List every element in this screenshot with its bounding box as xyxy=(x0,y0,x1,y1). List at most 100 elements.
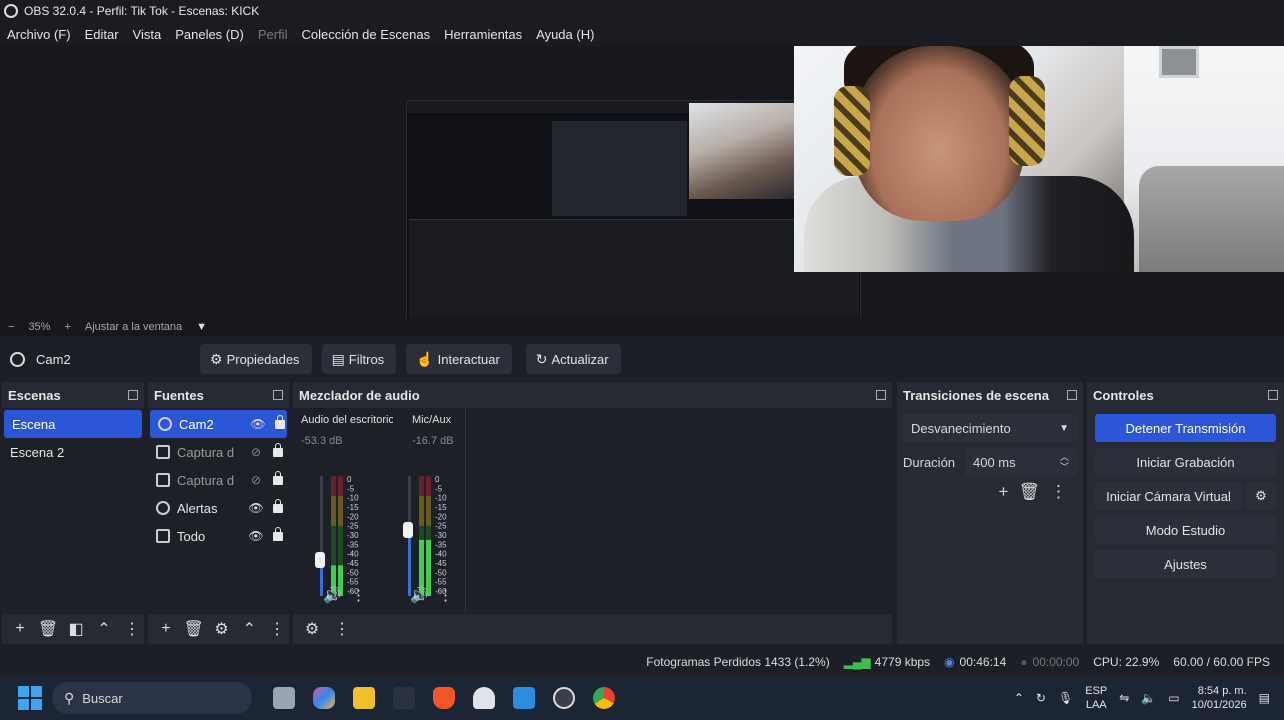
clock[interactable]: 8:54 p. m. 10/01/2026 xyxy=(1192,684,1247,712)
undock-icon[interactable] xyxy=(1268,390,1278,400)
meter-scale-label: 0 xyxy=(347,476,352,484)
speaker-icon[interactable]: 🔊 xyxy=(323,586,342,604)
menu-paneles[interactable]: Paneles (D) xyxy=(168,27,251,42)
spin-arrows-icon[interactable]: ︿ ﹀ xyxy=(1060,452,1069,472)
more-icon[interactable]: ⋮ xyxy=(265,619,289,639)
transition-select[interactable]: Desvanecimiento ▼ xyxy=(903,414,1077,442)
chevron-up-icon[interactable]: ⌃ xyxy=(237,619,261,639)
eye-hidden-icon[interactable]: ⊘ xyxy=(245,445,267,459)
settings-button[interactable]: Ajustes xyxy=(1095,550,1276,578)
source-item[interactable]: Captura d ⊘ xyxy=(148,466,289,494)
lock-icon[interactable] xyxy=(275,414,285,429)
language-indicator[interactable]: ESP LAA xyxy=(1085,684,1107,712)
webcam-icon xyxy=(158,417,172,431)
volume-slider[interactable] xyxy=(315,552,325,568)
sources-title: Fuentes xyxy=(154,387,204,403)
more-icon[interactable]: ⋮ xyxy=(329,619,355,639)
duration-spinbox[interactable]: 400 ms ︿ ﹀ xyxy=(965,448,1077,476)
meter-yellow-zone xyxy=(331,496,336,526)
scene-item[interactable]: Escena 2 xyxy=(2,438,144,466)
zoom-in-button[interactable]: + xyxy=(64,321,70,333)
start-recording-button[interactable]: Iniciar Grabación xyxy=(1095,448,1276,476)
source-item[interactable]: Captura d ⊘ xyxy=(148,438,289,466)
menu-ayuda[interactable]: Ayuda (H) xyxy=(529,27,601,42)
trash-icon[interactable]: 🗑 xyxy=(36,619,60,639)
file-explorer-icon[interactable] xyxy=(353,687,375,709)
studio-mode-button[interactable]: Modo Estudio xyxy=(1095,516,1276,544)
properties-button[interactable]: ⚙ Propiedades xyxy=(200,344,312,374)
menu-vista[interactable]: Vista xyxy=(126,27,169,42)
undock-icon[interactable] xyxy=(876,390,886,400)
start-virtual-cam-button[interactable]: Iniciar Cámara Virtual xyxy=(1095,482,1242,510)
undock-icon[interactable] xyxy=(1067,390,1077,400)
menu-editar[interactable]: Editar xyxy=(78,27,126,42)
menu-herramientas[interactable]: Herramientas xyxy=(437,27,529,42)
eye-icon[interactable]: 👁 xyxy=(245,501,267,515)
app-icon[interactable] xyxy=(393,687,415,709)
scene-item[interactable]: Escena xyxy=(4,410,142,438)
meter-scale-label: -50 xyxy=(435,568,447,577)
trash-icon[interactable]: 🗑 xyxy=(182,619,206,639)
brave-icon[interactable] xyxy=(433,687,455,709)
eye-icon[interactable]: 👁 xyxy=(245,529,267,543)
volume-slider[interactable] xyxy=(403,522,413,538)
battery-icon[interactable]: ▭ xyxy=(1168,691,1179,705)
interact-button[interactable]: ☝ Interactuar xyxy=(406,344,512,374)
meter-scale-label: -25 xyxy=(347,522,359,531)
source-item[interactable]: Cam2 👁 xyxy=(150,410,287,438)
virtual-cam-settings-gear-icon[interactable]: ⚙ xyxy=(1246,482,1276,510)
undock-icon[interactable] xyxy=(273,390,283,400)
more-icon[interactable]: ⋮ xyxy=(351,586,366,604)
copilot-icon[interactable] xyxy=(313,687,335,709)
gear-icon[interactable]: ⚙ xyxy=(210,619,234,639)
more-icon[interactable]: ⋮ xyxy=(438,586,453,604)
vscode-icon[interactable] xyxy=(513,687,535,709)
task-view-icon[interactable] xyxy=(273,687,295,709)
notifications-icon[interactable]: ▤ xyxy=(1259,691,1270,705)
lock-icon[interactable] xyxy=(273,442,283,457)
chevron-up-icon[interactable]: ⌃ xyxy=(1014,691,1024,705)
menu-archivo[interactable]: Archivo (F) xyxy=(0,27,78,42)
speaker-icon[interactable]: 🔊 xyxy=(410,586,429,604)
obs-taskbar-icon[interactable] xyxy=(553,687,575,709)
gear-icon[interactable]: ⚙ xyxy=(299,619,325,639)
app-icon[interactable] xyxy=(473,687,495,709)
menu-coleccion-escenas[interactable]: Colección de Escenas xyxy=(294,27,437,42)
bitrate: ▂▄▆ 4779 kbps xyxy=(844,655,930,669)
network-icon[interactable]: ⇋ xyxy=(1119,691,1129,705)
chrome-icon[interactable] xyxy=(593,687,615,709)
more-icon[interactable]: ⋮ xyxy=(1050,482,1067,502)
meter-scale-label: -15 xyxy=(347,503,359,512)
meter-red-zone xyxy=(338,476,343,496)
chevron-up-icon[interactable]: ⌃ xyxy=(92,619,116,639)
eye-icon[interactable]: 👁 xyxy=(247,417,269,431)
filters-button[interactable]: ▤ Filtros xyxy=(321,344,397,374)
microphone-icon[interactable]: 🎙 xyxy=(1058,691,1073,705)
volume-icon[interactable]: 🔈 xyxy=(1141,691,1156,705)
stop-stream-button[interactable]: Detener Transmisión xyxy=(1095,414,1276,442)
source-item[interactable]: Alertas 👁 xyxy=(148,494,289,522)
eye-hidden-icon[interactable]: ⊘ xyxy=(245,473,267,487)
lock-icon[interactable] xyxy=(273,470,283,485)
more-icon[interactable]: ⋮ xyxy=(120,619,144,639)
refresh-button[interactable]: ↻ Actualizar xyxy=(525,344,621,374)
add-icon[interactable]: + xyxy=(8,620,32,638)
trash-icon[interactable]: 🗑 xyxy=(1018,482,1040,502)
fit-to-window-button[interactable]: Ajustar a la ventana xyxy=(85,321,182,333)
mixer-body: Audio del escritorio -53.3 dB Mic/Aux -1… xyxy=(293,408,892,614)
add-icon[interactable]: + xyxy=(154,620,178,638)
lock-icon[interactable] xyxy=(273,526,283,541)
taskbar-search[interactable]: ⚲ Buscar xyxy=(52,682,252,714)
sync-icon[interactable]: ↻ xyxy=(1036,691,1046,705)
add-icon[interactable]: + xyxy=(998,482,1008,502)
filter-icon[interactable]: ◧ xyxy=(64,619,88,639)
filters-label: Filtros xyxy=(348,351,385,367)
zoom-out-button[interactable]: − xyxy=(8,321,14,333)
transitions-title: Transiciones de escena xyxy=(903,387,1049,403)
zoom-dropdown-icon[interactable]: ▼ xyxy=(196,321,207,333)
meter-scale-label: -10 xyxy=(347,494,359,503)
undock-icon[interactable] xyxy=(128,390,138,400)
windows-start-icon[interactable] xyxy=(18,686,42,710)
lock-icon[interactable] xyxy=(273,498,283,513)
source-item[interactable]: Todo 👁 xyxy=(148,522,289,550)
